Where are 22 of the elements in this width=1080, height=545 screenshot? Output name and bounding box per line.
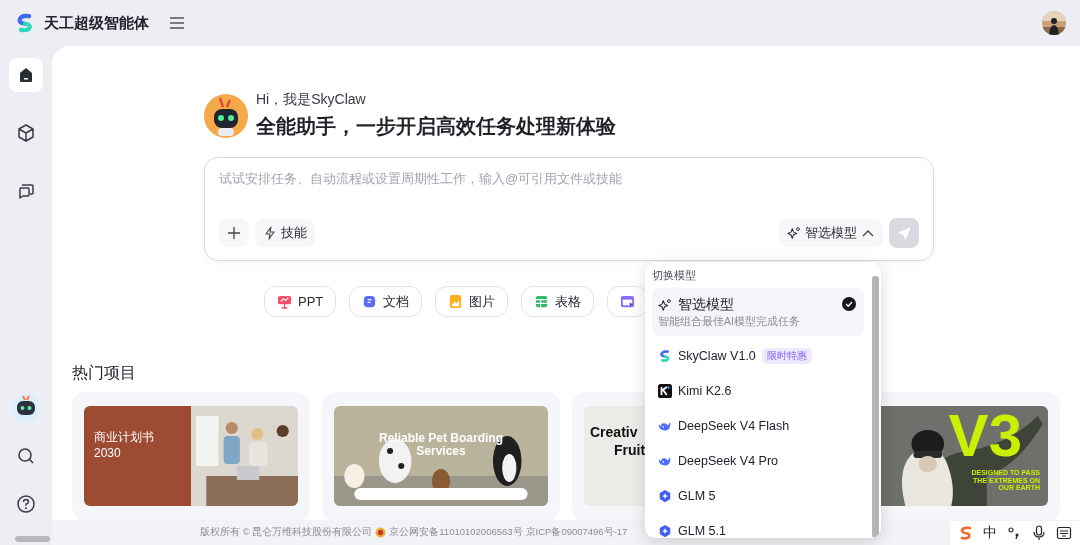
menu-item[interactable]: 智选模型 智能组合最佳AI模型完成任务 [652,288,864,336]
model-selector[interactable]: 智选模型 [779,219,883,247]
section-title: 热门项目 [72,363,136,383]
greeting-text: Hi，我是SkyClaw [256,91,367,109]
promo-badge: 限时特惠 [761,347,812,364]
slide-title: 商业计划书 2030 [94,430,155,462]
hero-title: Creativ [590,424,638,440]
copyright-text: 版权所有 © 昆仑万维科技股份有限公司 [200,526,373,539]
skills-button[interactable]: 技能 [255,219,315,247]
headline: 全能助手，一步开启高效任务处理新体验 [256,114,616,139]
menu-item[interactable]: SkyClaw V1.0 限时特惠 [652,338,864,373]
project-card[interactable]: 商业计划书 2030 [72,392,310,522]
hero-title: Fruit [614,442,646,458]
category-chip[interactable]: 表格 [521,286,595,317]
hero-title: Reliable Pet Boarding Services [378,432,504,459]
hero-title: V3 [948,406,1022,466]
app-title: 天工超级智能体 [44,13,149,33]
menu-title: 切换模型 [652,268,697,283]
category-chip[interactable]: 文档 [349,286,423,317]
input-mode[interactable]: 中 [983,524,997,542]
category-chip[interactable]: 图片 [435,286,509,317]
category-chip[interactable]: PPT [264,286,337,317]
